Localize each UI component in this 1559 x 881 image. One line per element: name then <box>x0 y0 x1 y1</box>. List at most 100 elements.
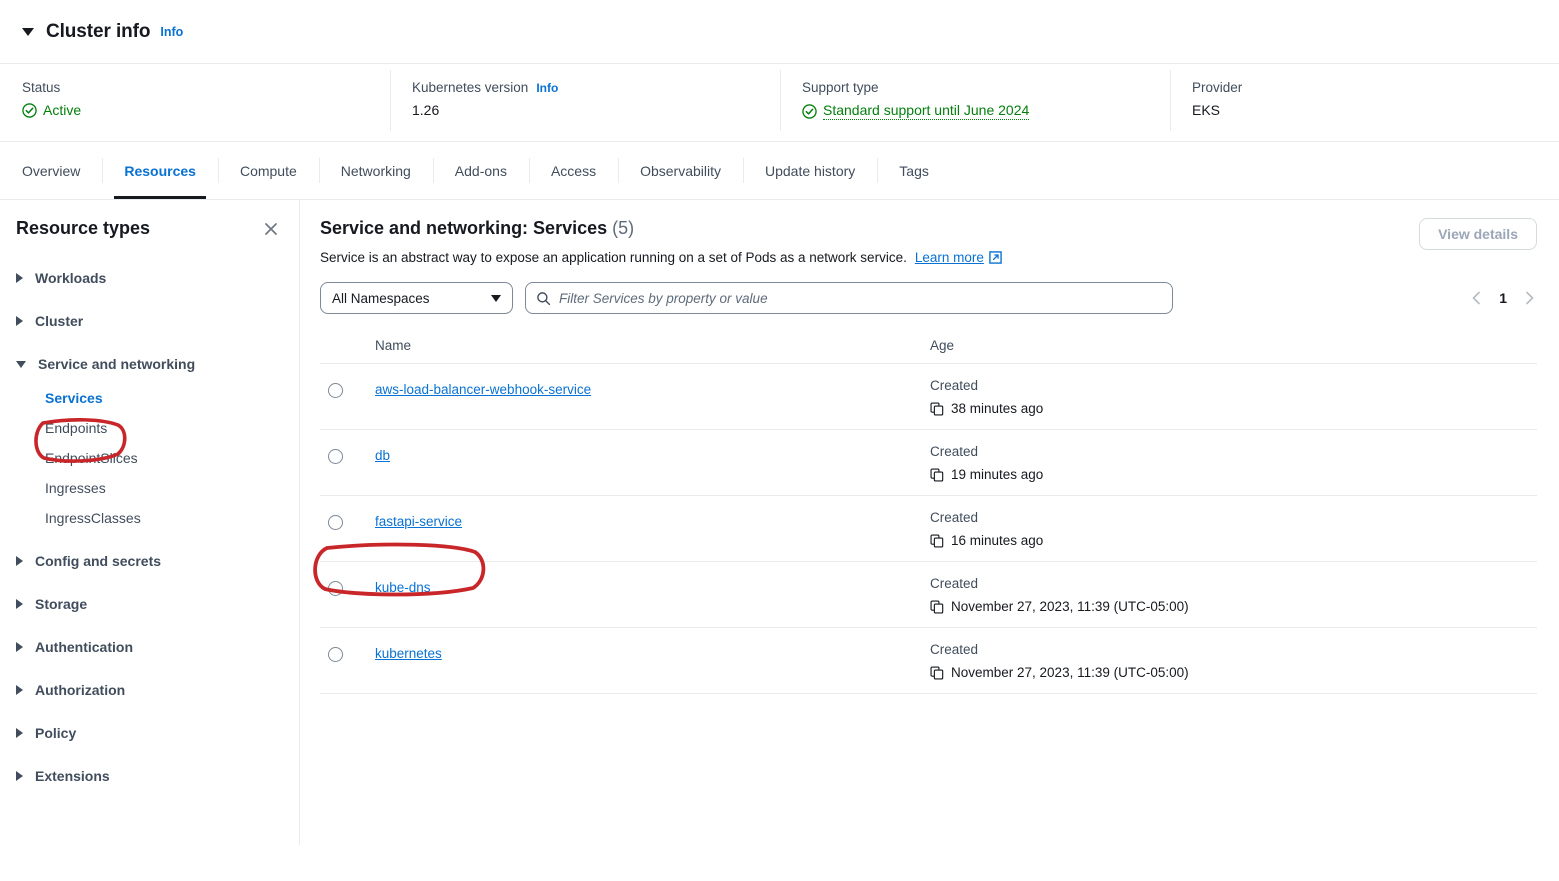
services-description: Service is an abstract way to expose an … <box>320 250 907 265</box>
support-type-label: Support type <box>802 80 879 95</box>
cluster-summary-row: Status Active Kubernetes version Info 1.… <box>0 64 1559 142</box>
services-description-row: Service is an abstract way to expose an … <box>320 250 1002 265</box>
summary-field-provider: Provider EKS <box>1170 64 1559 141</box>
row-age-group: 16 minutes ago <box>930 533 1537 548</box>
sidebar-item-ingresses[interactable]: Ingresses <box>0 473 299 503</box>
previous-page-icon[interactable] <box>1469 290 1485 306</box>
kubernetes-version-info-link[interactable]: Info <box>536 81 558 95</box>
sidebar-group-label: Storage <box>35 596 88 612</box>
services-search-box[interactable] <box>525 282 1173 314</box>
sidebar-item-endpoints[interactable]: Endpoints <box>0 413 299 443</box>
sidebar-group-config-and-secrets[interactable]: Config and secrets <box>0 546 299 576</box>
sidebar-group-label: Config and secrets <box>35 553 162 569</box>
table-row[interactable]: aws-load-balancer-webhook-service Create… <box>320 363 1537 430</box>
copy-icon[interactable] <box>930 665 944 680</box>
learn-more-link[interactable]: Learn more <box>915 250 1002 265</box>
tab-observability[interactable]: Observability <box>618 142 743 199</box>
row-name-cell: aws-load-balancer-webhook-service <box>375 363 930 430</box>
copy-icon[interactable] <box>930 401 944 416</box>
row-age-value: 16 minutes ago <box>951 533 1044 548</box>
tab-add-ons[interactable]: Add-ons <box>432 142 529 199</box>
table-header-row: Name Age <box>320 328 1537 364</box>
sidebar-group-policy[interactable]: Policy <box>0 718 299 748</box>
service-link[interactable]: kubernetes <box>375 646 442 661</box>
row-age-cell: Created 38 minutes ago <box>930 363 1537 430</box>
close-icon[interactable] <box>261 219 281 239</box>
service-link[interactable]: aws-load-balancer-webhook-service <box>375 382 591 397</box>
services-count: (5) <box>612 218 635 238</box>
table-row[interactable]: db Created 19 minutes ago <box>320 429 1537 496</box>
chevron-down-icon <box>16 360 26 368</box>
provider-value: EKS <box>1192 102 1221 118</box>
row-radio[interactable] <box>328 449 343 464</box>
page-number[interactable]: 1 <box>1499 290 1507 306</box>
table-row[interactable]: fastapi-service Created 16 minutes ago <box>320 495 1537 562</box>
services-heading-block: Service and networking: Services (5) Ser… <box>320 218 1002 265</box>
status-value: Active <box>43 102 82 118</box>
tab-compute[interactable]: Compute <box>217 142 319 199</box>
row-radio[interactable] <box>328 647 343 662</box>
support-type-value[interactable]: Standard support until June 2024 <box>823 102 1030 120</box>
row-name-cell: db <box>375 429 930 496</box>
service-link[interactable]: fastapi-service <box>375 514 462 529</box>
provider-label: Provider <box>1192 80 1243 95</box>
tab-update-history[interactable]: Update history <box>743 142 877 199</box>
chevron-right-icon <box>16 316 23 326</box>
kubernetes-version-label-text: Kubernetes version <box>412 80 529 95</box>
next-page-icon[interactable] <box>1521 290 1537 306</box>
collapse-caret-icon[interactable] <box>22 27 34 36</box>
summary-field-kubernetes-version: Kubernetes version Info 1.26 <box>390 64 780 141</box>
copy-icon[interactable] <box>930 599 944 614</box>
kubernetes-version-label: Kubernetes version Info <box>412 80 758 95</box>
services-panel-header: Service and networking: Services (5) Ser… <box>320 218 1537 265</box>
search-icon <box>537 291 551 305</box>
table-row[interactable]: kubernetes Created November 27, 2023, 11… <box>320 627 1537 694</box>
sidebar-group-service-and-networking[interactable]: Service and networking <box>0 349 299 379</box>
cluster-info-header[interactable]: Cluster info Info <box>0 0 1559 64</box>
row-created-label: Created <box>930 642 979 657</box>
row-name-cell: kubernetes <box>375 627 930 694</box>
row-radio[interactable] <box>328 515 343 530</box>
service-link[interactable]: kube-dns <box>375 580 431 595</box>
row-radio[interactable] <box>328 581 343 596</box>
sidebar-group-label: Workloads <box>35 270 107 286</box>
sidebar-group-workloads[interactable]: Workloads <box>0 263 299 293</box>
external-link-icon <box>989 251 1002 264</box>
table-row[interactable]: kube-dns Created November 27, 2023, 11:3… <box>320 561 1537 628</box>
chevron-right-icon <box>16 599 23 609</box>
namespace-select[interactable]: All Namespaces <box>320 282 513 314</box>
tab-networking[interactable]: Networking <box>318 142 433 199</box>
summary-field-support-type: Support type Standard support until June… <box>780 64 1170 141</box>
services-title-row: Service and networking: Services (5) <box>320 218 1002 239</box>
tab-overview[interactable]: Overview <box>0 142 102 199</box>
status-label: Status <box>22 80 61 95</box>
row-name-cell: kube-dns <box>375 561 930 628</box>
service-link[interactable]: db <box>375 448 390 463</box>
cluster-info-link[interactable]: Info <box>160 25 183 39</box>
sidebar-group-authentication[interactable]: Authentication <box>0 632 299 662</box>
view-details-button[interactable]: View details <box>1419 218 1537 250</box>
row-radio[interactable] <box>328 383 343 398</box>
sidebar-group-cluster[interactable]: Cluster <box>0 306 299 336</box>
tab-resources[interactable]: Resources <box>102 142 218 199</box>
tab-access[interactable]: Access <box>528 142 618 199</box>
sidebar-group-authorization[interactable]: Authorization <box>0 675 299 705</box>
copy-icon[interactable] <box>930 467 944 482</box>
sidebar-item-ingressclasses[interactable]: IngressClasses <box>0 503 299 533</box>
sidebar-group-extensions[interactable]: Extensions <box>0 761 299 791</box>
pagination: 1 <box>1449 290 1537 306</box>
sidebar-item-services[interactable]: Services <box>0 383 299 413</box>
check-circle-icon <box>802 103 817 119</box>
copy-icon[interactable] <box>930 533 944 548</box>
header-name: Name <box>375 328 930 364</box>
search-input[interactable] <box>559 290 1162 306</box>
page-title: Cluster info <box>46 20 151 42</box>
row-age-cell: Created November 27, 2023, 11:39 (UTC-05… <box>930 561 1537 628</box>
sidebar-group-storage[interactable]: Storage <box>0 589 299 619</box>
summary-field-status: Status Active <box>0 64 390 141</box>
chevron-down-icon <box>491 294 501 302</box>
table-head: Name Age <box>320 328 1537 364</box>
row-age-value: November 27, 2023, 11:39 (UTC-05:00) <box>951 665 1189 680</box>
sidebar-item-endpointslices[interactable]: EndpointSlices <box>0 443 299 473</box>
tab-tags[interactable]: Tags <box>877 142 951 199</box>
